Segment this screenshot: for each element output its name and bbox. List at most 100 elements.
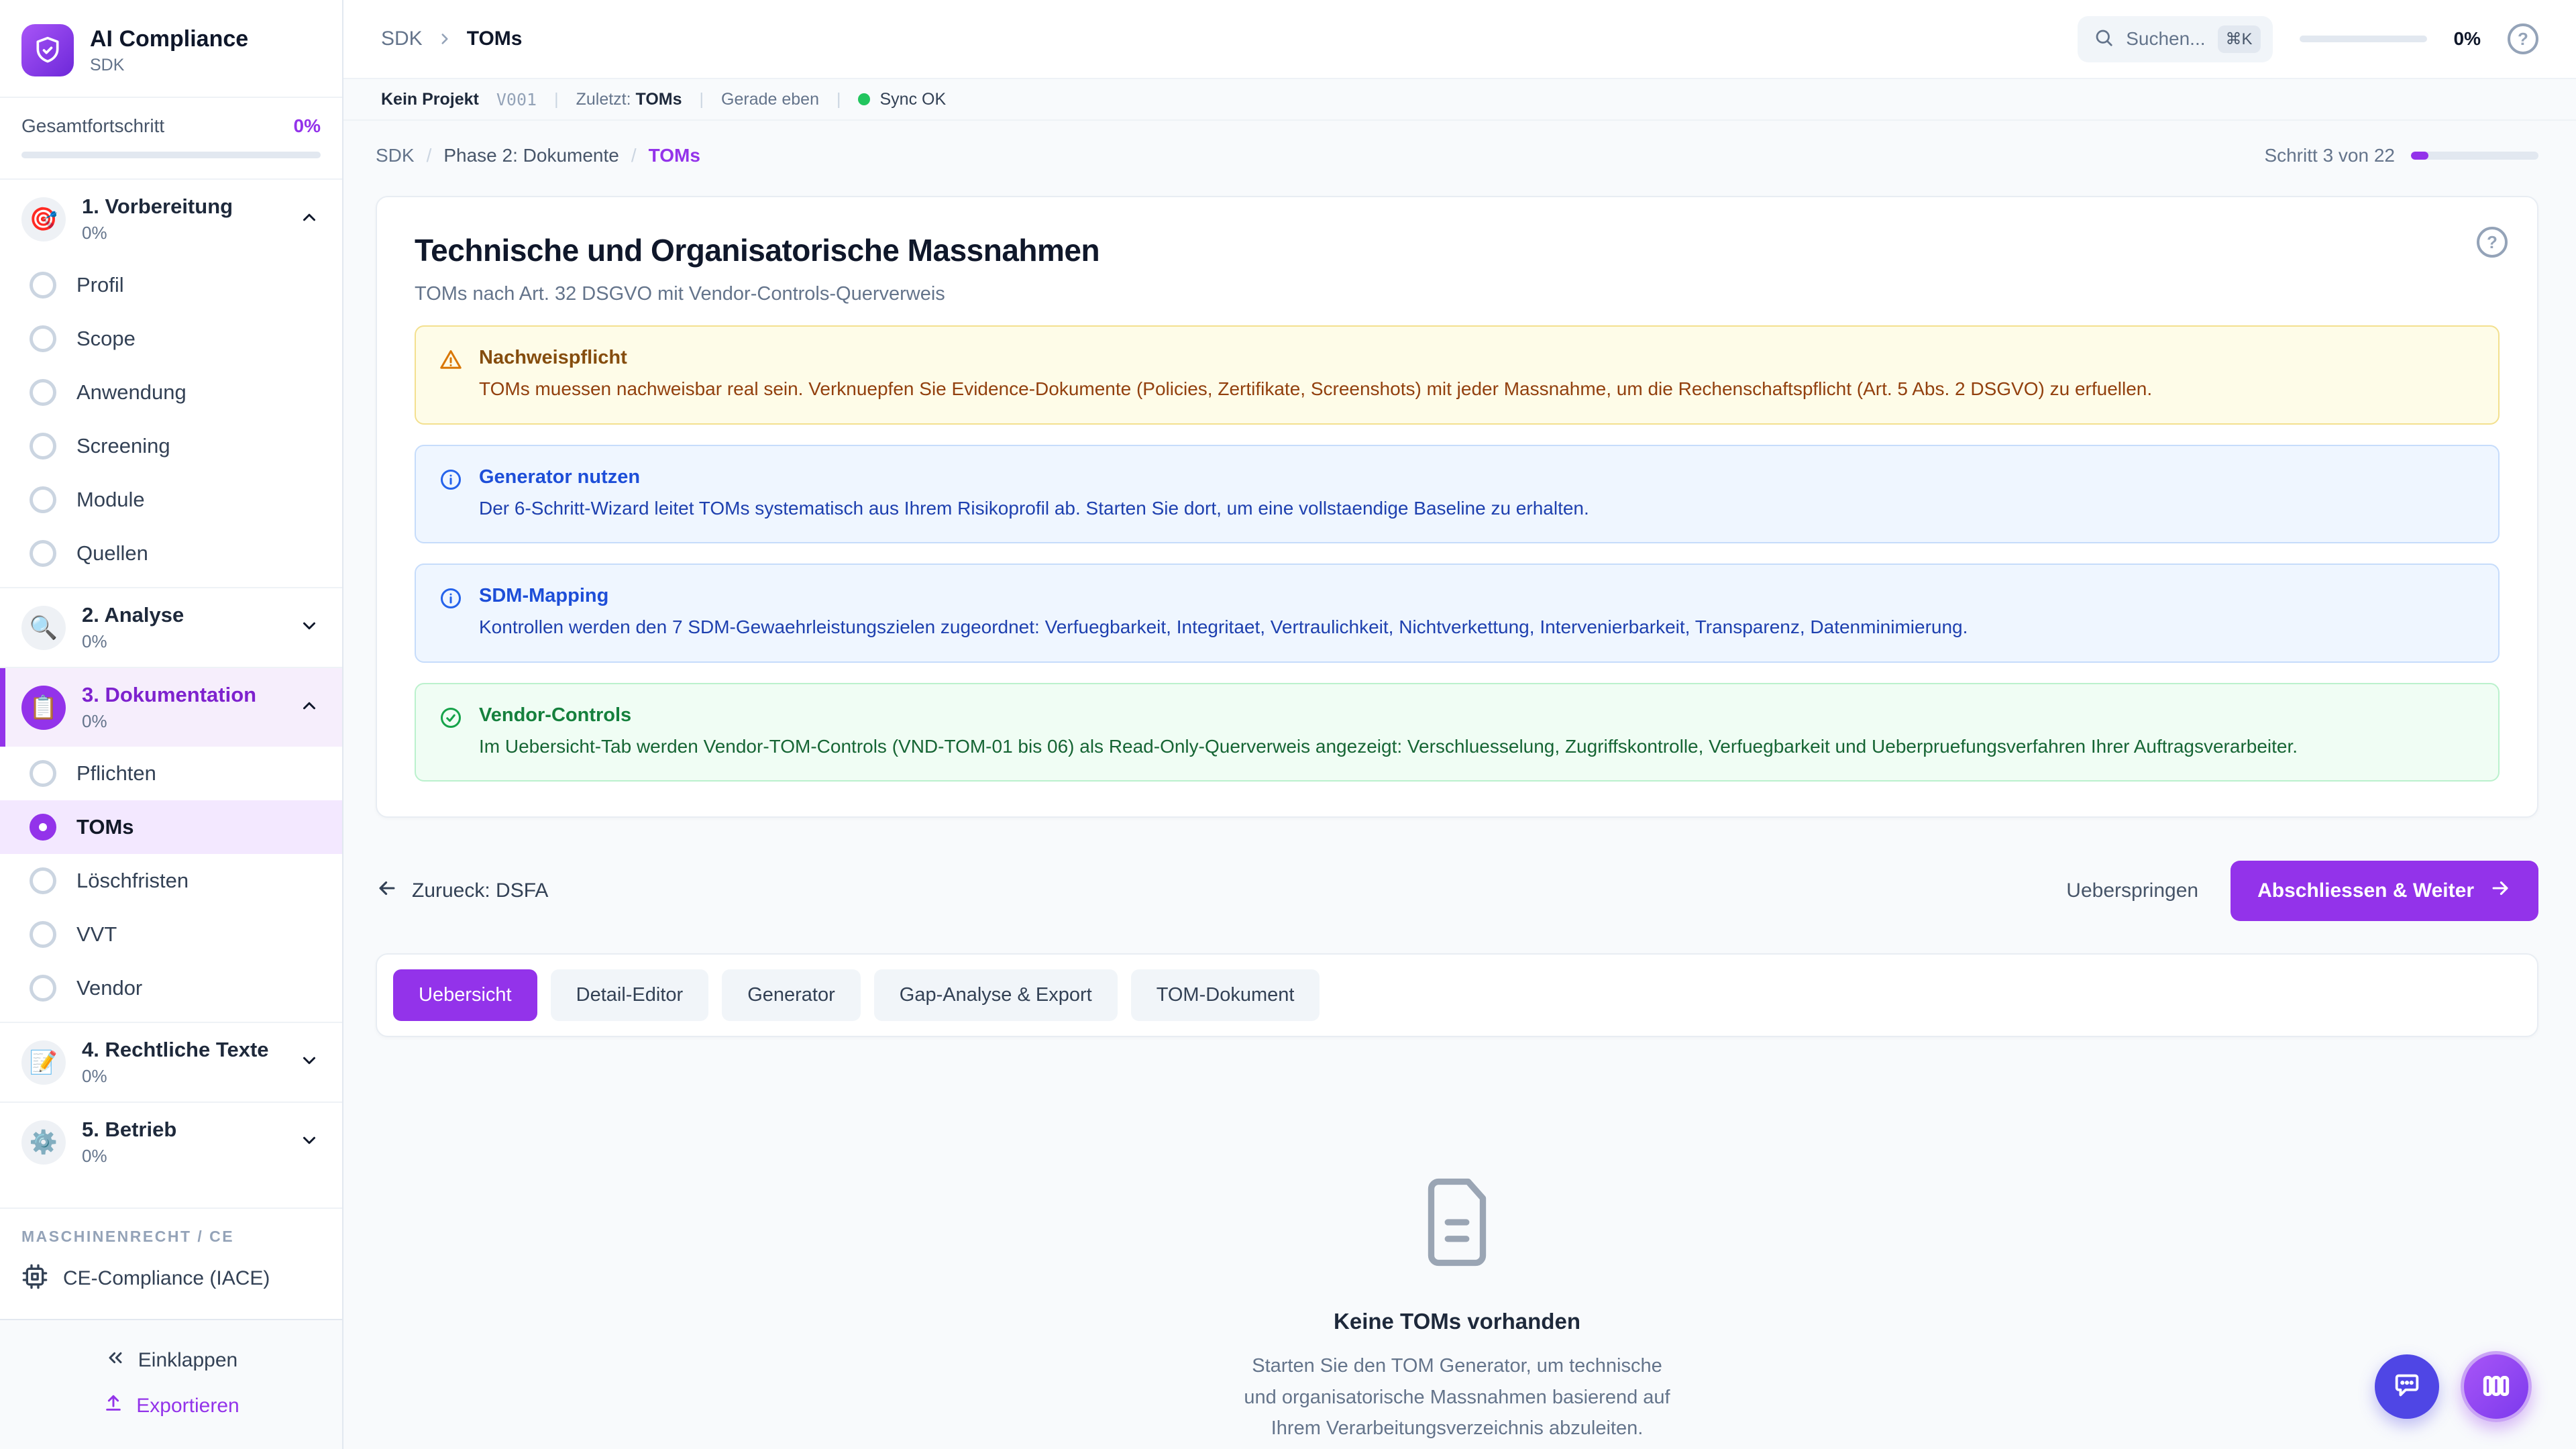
chevron-right-icon [436,30,453,48]
version-badge: V001 [496,90,537,109]
page-subtitle: TOMs nach Art. 32 DSGVO mit Vendor-Contr… [415,283,2500,305]
section-header-vorbereitung[interactable]: 🎯 1. Vorbereitung 0% [0,180,342,258]
sync-status: Sync OK [858,90,946,109]
sidebar: AI Compliance SDK Gesamtfortschritt 0% 🎯… [0,0,343,1449]
sidebar-item-quellen[interactable]: Quellen [0,527,342,580]
floating-buttons [2375,1351,2532,1422]
wizard-nav-row: Zurueck: DSFA Ueberspringen Abschliessen… [376,861,2538,921]
section-title: 1. Vorbereitung [82,195,283,219]
overall-progress-value: 0% [294,115,321,137]
breadcrumb-toms: TOMs [649,145,700,166]
statusbar: Kein Projekt V001 | Zuletzt: TOMs | Gera… [343,79,2576,121]
breadcrumb-phase[interactable]: Phase 2: Dokumente [443,145,619,166]
section-header-betrieb[interactable]: ⚙️ 5. Betrieb 0% [0,1103,342,1181]
breadcrumb-root[interactable]: SDK [381,28,423,50]
tab-tom-dokument[interactable]: TOM-Dokument [1131,969,1320,1021]
alert-vendor-controls: Vendor-Controls Im Uebersicht-Tab werden… [415,683,2500,782]
nav-section-rechtliche-texte: 📝 4. Rechtliche Texte 0% [0,1022,342,1102]
collapse-sidebar-button[interactable]: Einklappen [0,1338,342,1383]
page-breadcrumb-row: SDK / Phase 2: Dokumente / TOMs Schritt … [376,145,2538,166]
app-title: AI Compliance [90,25,248,53]
empty-state-description: Starten Sie den TOM Generator, um techni… [1236,1350,1678,1444]
nav-section-vorbereitung: 🎯 1. Vorbereitung 0% Profil [0,178,342,587]
chevron-down-icon [299,1130,319,1154]
sync-ok-dot-icon [858,93,870,105]
sidebar-nav: 🎯 1. Vorbereitung 0% Profil [0,178,342,1449]
step-circle-active-icon [30,814,56,841]
sidebar-item-toms[interactable]: TOMs [0,800,342,854]
tab-detail-editor[interactable]: Detail-Editor [551,969,709,1021]
step-progress-bar [2411,152,2538,160]
header-progress-value: 0% [2454,28,2481,50]
section-header-analyse[interactable]: 🔍 2. Analyse 0% [0,588,342,667]
step-circle-icon [30,272,56,299]
document-icon [1416,1178,1498,1270]
tab-gap-analyse-export[interactable]: Gap-Analyse & Export [874,969,1118,1021]
warning-triangle-icon [439,348,463,403]
tab-generator[interactable]: Generator [722,969,861,1021]
columns-icon [2479,1369,2513,1405]
sidebar-footer: Einklappen Exportieren [0,1319,342,1449]
project-name: Kein Projekt [381,90,479,109]
search-input[interactable]: Suchen... ⌘K [2078,16,2272,62]
step-circle-icon [30,379,56,406]
page-breadcrumb: SDK / Phase 2: Dokumente / TOMs [376,145,700,166]
section-percent: 0% [82,223,283,244]
sidebar-item-profil[interactable]: Profil [0,258,342,312]
sidebar-item-vvt[interactable]: VVT [0,908,342,961]
step-circle-icon [30,486,56,513]
back-button[interactable]: Zurueck: DSFA [376,877,548,905]
help-icon[interactable]: ? [2508,23,2538,54]
chat-bubble-icon [2392,1371,2422,1403]
target-icon: 🎯 [21,197,66,241]
step-label: Schritt 3 von 22 [2264,145,2395,166]
double-chevron-left-icon [105,1347,126,1374]
alert-nachweispflicht: Nachweispflicht TOMs muessen nachweisbar… [415,325,2500,425]
chat-fab-button[interactable] [2375,1354,2439,1419]
panels-fab-button[interactable] [2461,1351,2532,1422]
sidebar-item-ce-compliance[interactable]: CE-Compliance (IACE) [21,1246,321,1312]
step-circle-icon [30,760,56,787]
topbar-breadcrumb: SDK TOMs [381,28,522,50]
arrow-left-icon [376,877,398,905]
step-circle-icon [30,433,56,460]
step-circle-icon [30,325,56,352]
topbar: SDK TOMs Suchen... ⌘K 0% ? [343,0,2576,79]
step-circle-icon [30,540,56,567]
card-help-icon[interactable]: ? [2477,227,2508,258]
last-saved-time: Gerade eben [721,90,819,109]
magnifier-icon: 🔍 [21,606,66,650]
last-visited: Zuletzt: TOMs [576,90,682,109]
search-shortcut-badge: ⌘K [2218,25,2261,53]
arrow-right-icon [2489,877,2512,905]
info-icon [439,468,463,523]
chip-icon [21,1263,48,1293]
step-circle-icon [30,975,56,1002]
check-circle-icon [439,706,463,761]
tab-uebersicht[interactable]: Uebersicht [393,969,537,1021]
export-button[interactable]: Exportieren [0,1383,342,1429]
sidebar-item-scope[interactable]: Scope [0,312,342,366]
sidebar-item-anwendung[interactable]: Anwendung [0,366,342,419]
chevron-down-icon [299,616,319,639]
memo-icon: 📝 [21,1040,66,1085]
upload-icon [103,1393,124,1419]
section-header-dokumentation[interactable]: 📋 3. Dokumentation 0% [0,668,342,747]
page-title: Technische und Organisatorische Massnahm… [415,232,2500,268]
sidebar-item-pflichten[interactable]: Pflichten [0,747,342,800]
nav-section-betrieb: ⚙️ 5. Betrieb 0% [0,1102,342,1181]
sidebar-item-loeschfristen[interactable]: Löschfristen [0,854,342,908]
sidebar-item-module[interactable]: Module [0,473,342,527]
alert-sdm-mapping: SDM-Mapping Kontrollen werden den 7 SDM-… [415,564,2500,663]
breadcrumb-sdk[interactable]: SDK [376,145,415,166]
complete-next-button[interactable]: Abschliessen & Weiter [2231,861,2538,921]
content-area: SDK / Phase 2: Dokumente / TOMs Schritt … [343,121,2576,1449]
machine-section: MASCHINENRECHT / CE CE-Compliance (IACE) [0,1208,342,1319]
empty-state-title: Keine TOMs vorhanden [1334,1309,1580,1334]
section-header-rechtliche-texte[interactable]: 📝 4. Rechtliche Texte 0% [0,1023,342,1102]
sidebar-item-vendor[interactable]: Vendor [0,961,342,1015]
skip-button[interactable]: Ueberspringen [2066,879,2198,902]
search-icon [2094,28,2114,51]
search-placeholder: Suchen... [2126,28,2205,50]
sidebar-item-screening[interactable]: Screening [0,419,342,473]
